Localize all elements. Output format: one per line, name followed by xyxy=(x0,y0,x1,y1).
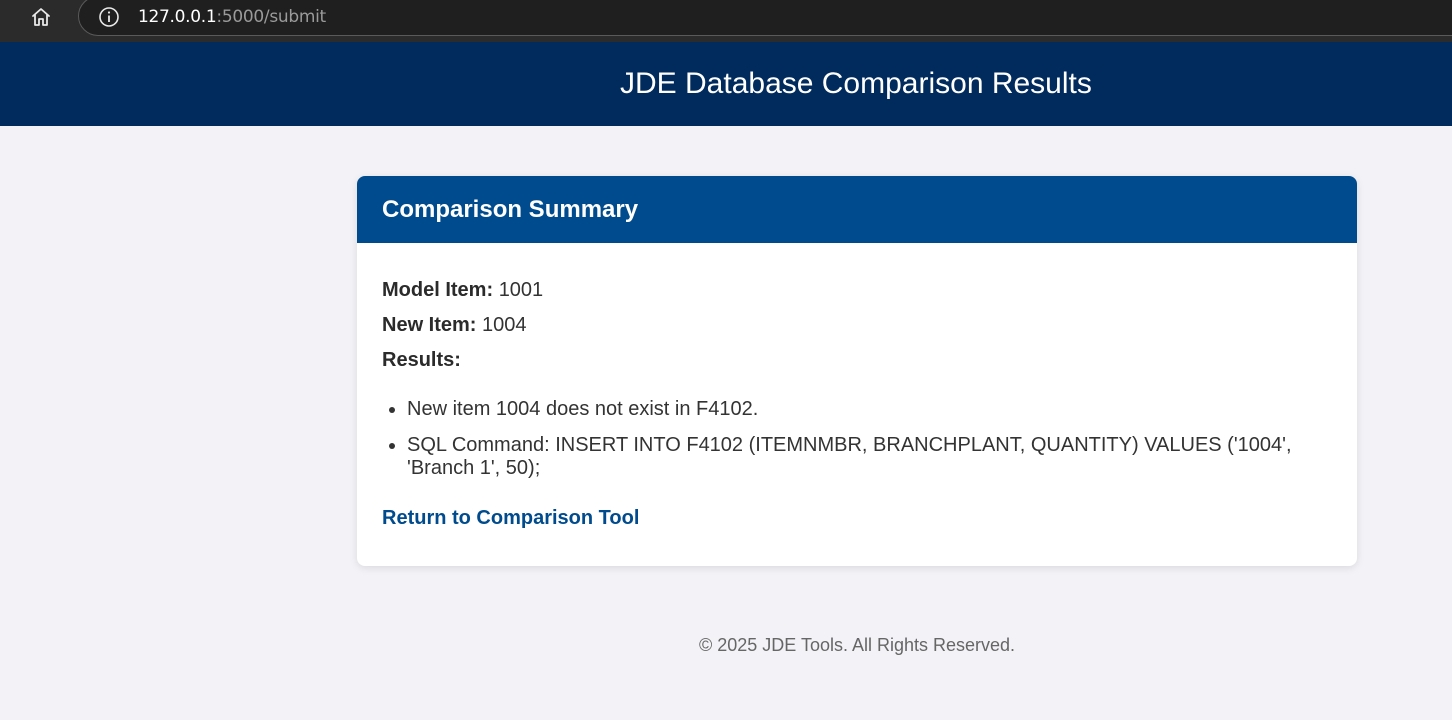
card-header: Comparison Summary xyxy=(357,176,1357,243)
model-item-label: Model Item: xyxy=(382,279,494,301)
new-item-value: 1004 xyxy=(482,314,527,336)
results-list: New item 1004 does not exist in F4102. S… xyxy=(382,398,1332,480)
home-icon[interactable] xyxy=(24,4,58,30)
comparison-summary-card: Comparison Summary Model Item: 1001 New … xyxy=(357,176,1357,566)
url-text[interactable]: 127.0.0.1:5000/submit xyxy=(138,7,326,27)
card-title: Comparison Summary xyxy=(382,196,639,223)
new-item-label: New Item: xyxy=(382,314,477,336)
card-body: Model Item: 1001 New Item: 1004 Results:… xyxy=(357,243,1357,530)
return-to-comparison-tool-link[interactable]: Return to Comparison Tool xyxy=(382,506,639,530)
footer-copyright: © 2025 JDE Tools. All Rights Reserved. xyxy=(698,635,1016,655)
info-icon[interactable] xyxy=(98,6,120,28)
new-item-row: New Item: 1004 xyxy=(382,313,1332,337)
browser-toolbar: 127.0.0.1:5000/submit xyxy=(0,0,1452,42)
list-item: SQL Command: INSERT INTO F4102 (ITEMNMBR… xyxy=(407,434,1332,480)
results-label: Results: xyxy=(382,349,461,371)
results-row: Results: xyxy=(382,348,1332,372)
model-item-value: 1001 xyxy=(498,279,544,301)
list-item: New item 1004 does not exist in F4102. xyxy=(407,398,1332,421)
page-title: JDE Database Comparison Results xyxy=(620,67,1092,100)
url-host: 127.0.0.1 xyxy=(138,7,217,27)
url-path: :5000/submit xyxy=(216,7,326,27)
model-item-row: Model Item: 1001 xyxy=(382,278,1332,302)
